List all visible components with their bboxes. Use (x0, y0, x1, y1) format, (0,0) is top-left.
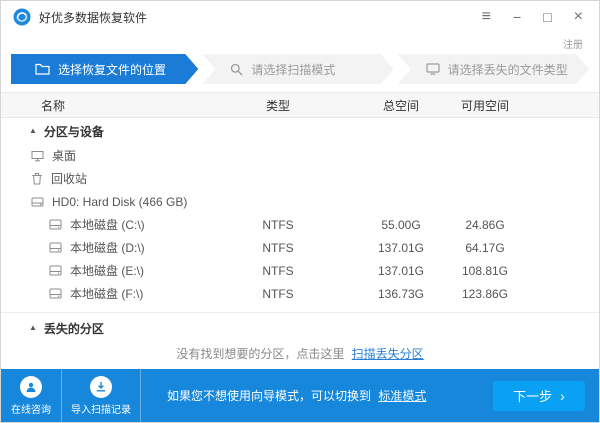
wizard-mode-hint: 如果您不想使用向导模式，可以切换到 标准模式 (167, 387, 426, 404)
section-title: 丢失的分区 (44, 320, 104, 337)
standard-mode-link[interactable]: 标准模式 (378, 389, 426, 403)
step-scan-mode[interactable]: 请选择扫描模式 (202, 54, 393, 84)
hard-disk-icon (31, 196, 44, 208)
collapse-triangle-icon: ▲ (29, 324, 37, 332)
row-total: 137.01G (366, 264, 436, 278)
row-name: 本地磁盘 (D:\) (70, 239, 145, 256)
step-file-type[interactable]: 请选择丢失的文件类型 (398, 54, 589, 84)
drive-icon (49, 288, 62, 299)
row-free: 64.17G (450, 241, 520, 255)
step-label: 选择恢复文件的位置 (58, 61, 166, 78)
row-free: 24.86G (450, 218, 520, 232)
row-recycle-bin[interactable]: 回收站 (1, 167, 599, 190)
header-name: 名称 (1, 97, 243, 114)
online-consult-label: 在线咨询 (11, 401, 51, 416)
row-free: 123.86G (450, 287, 520, 301)
titlebar: 好优多数据恢复软件 ≡ − □ × (1, 1, 599, 33)
person-icon (20, 376, 42, 398)
close-icon[interactable]: × (574, 9, 583, 25)
maximize-icon[interactable]: □ (543, 10, 551, 24)
step-select-location[interactable]: 选择恢复文件的位置 (11, 54, 198, 84)
import-scan-record-button[interactable]: 导入扫描记录 (62, 369, 140, 422)
register-link[interactable]: 注册 (563, 40, 583, 51)
row-name: 本地磁盘 (F:\) (70, 285, 143, 302)
folder-icon (35, 63, 50, 75)
recycle-bin-icon (31, 172, 43, 185)
chevron-right-icon: › (560, 389, 565, 403)
next-button-label: 下一步 (513, 386, 552, 405)
lost-partitions-empty: 没有找到想要的分区，点击这里 扫描丢失分区 (1, 341, 599, 367)
minimize-icon[interactable]: − (513, 10, 521, 24)
header-type: 类型 (243, 97, 313, 114)
online-consult-button[interactable]: 在线咨询 (1, 369, 61, 422)
row-drive-e[interactable]: 本地磁盘 (E:\) NTFS 137.01G 108.81G (1, 259, 599, 282)
row-drive-d[interactable]: 本地磁盘 (D:\) NTFS 137.01G 64.17G (1, 236, 599, 259)
collapse-triangle-icon: ▲ (29, 127, 37, 135)
section-partitions-devices[interactable]: ▲ 分区与设备 (1, 118, 599, 144)
footer-divider (140, 369, 141, 422)
step-wizard: 选择恢复文件的位置 请选择扫描模式 请选择丢失的文件类型 (1, 54, 599, 84)
drive-icon (49, 242, 62, 253)
section-title: 分区与设备 (44, 123, 104, 140)
menu-icon[interactable]: ≡ (482, 9, 491, 25)
app-window: 好优多数据恢复软件 ≡ − □ × 注册 选择恢复文件的位置 请选择扫描模式 (0, 0, 600, 423)
next-button[interactable]: 下一步 › (493, 381, 585, 411)
row-name: 本地磁盘 (E:\) (70, 262, 144, 279)
step-label: 请选择扫描模式 (251, 61, 335, 78)
row-name: 桌面 (52, 147, 76, 164)
row-total: 137.01G (366, 241, 436, 255)
header-total-space: 总空间 (366, 97, 436, 114)
row-name: HD0: Hard Disk (466 GB) (52, 195, 187, 209)
window-title: 好优多数据恢复软件 (39, 9, 482, 26)
monitor-icon (426, 63, 440, 75)
footer-bar: 在线咨询 导入扫描记录 如果您不想使用向导模式，可以切换到 标准模式 下一步 › (1, 369, 599, 422)
row-type: NTFS (243, 287, 313, 301)
row-drive-f[interactable]: 本地磁盘 (F:\) NTFS 136.73G 123.86G (1, 282, 599, 305)
hint-text: 如果您不想使用向导模式，可以切换到 (167, 389, 371, 403)
row-type: NTFS (243, 264, 313, 278)
window-controls: ≡ − □ × (482, 9, 583, 25)
app-logo-icon (13, 8, 31, 26)
register-row: 注册 (1, 33, 599, 51)
row-desktop[interactable]: 桌面 (1, 144, 599, 167)
step-label: 请选择丢失的文件类型 (448, 61, 568, 78)
lost-partitions-section: ▲ 丢失的分区 没有找到想要的分区，点击这里 扫描丢失分区 (1, 312, 599, 367)
header-free-space: 可用空间 (450, 97, 520, 114)
row-name: 本地磁盘 (C:\) (70, 216, 145, 233)
search-icon (230, 63, 243, 76)
row-hd0[interactable]: HD0: Hard Disk (466 GB) (1, 190, 599, 213)
import-scan-record-label: 导入扫描记录 (71, 401, 131, 416)
empty-text: 没有找到想要的分区，点击这里 (176, 347, 344, 361)
drive-icon (49, 265, 62, 276)
row-free: 108.81G (450, 264, 520, 278)
table-header: 名称 类型 总空间 可用空间 (1, 92, 599, 118)
row-drive-c[interactable]: 本地磁盘 (C:\) NTFS 55.00G 24.86G (1, 213, 599, 236)
row-name: 回收站 (51, 170, 87, 187)
row-type: NTFS (243, 218, 313, 232)
row-type: NTFS (243, 241, 313, 255)
section-lost-partitions[interactable]: ▲ 丢失的分区 (1, 315, 599, 341)
drive-icon (49, 219, 62, 230)
row-total: 136.73G (366, 287, 436, 301)
row-total: 55.00G (366, 218, 436, 232)
import-icon (90, 376, 112, 398)
scan-lost-partitions-link[interactable]: 扫描丢失分区 (352, 347, 424, 361)
table-body: ▲ 分区与设备 桌面 回收站 (1, 118, 599, 367)
desktop-icon (31, 150, 44, 162)
